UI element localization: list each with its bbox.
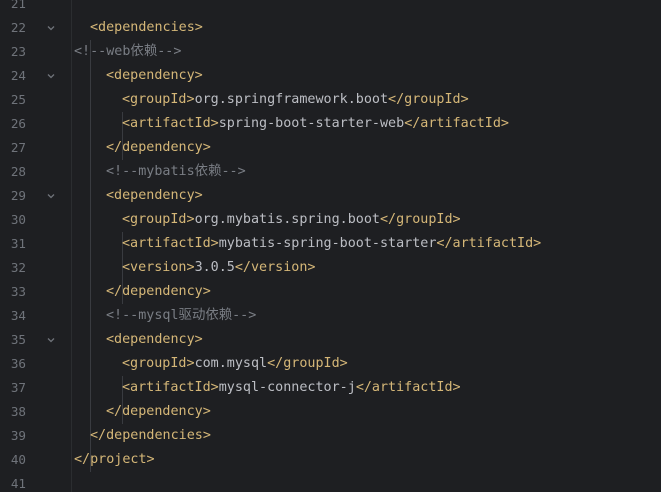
line-number: 22 bbox=[10, 20, 26, 35]
line-number: 36 bbox=[10, 356, 26, 371]
code-line[interactable]: 30 <groupId>org.mybatis.spring.boot</grou… bbox=[0, 208, 661, 232]
fold-chevron-icon[interactable] bbox=[44, 16, 58, 40]
xml-tag: </dependency> bbox=[106, 284, 211, 299]
xml-tag: </dependency> bbox=[106, 140, 211, 155]
code-text[interactable]: <!--mysql驱动依赖--> bbox=[106, 304, 256, 328]
line-number: 35 bbox=[10, 332, 26, 347]
line-number: 27 bbox=[10, 140, 26, 155]
code-line[interactable]: 35 <dependency> bbox=[0, 328, 661, 352]
xml-tag: <groupId> bbox=[122, 92, 195, 107]
xml-tag: <dependency> bbox=[106, 68, 203, 83]
xml-tag: </groupId> bbox=[267, 356, 348, 371]
xml-text: 3.0.5 bbox=[194, 260, 235, 275]
xml-tag: <artifactId> bbox=[122, 236, 219, 251]
code-text[interactable]: <artifactId>mybatis-spring-boot-starter<… bbox=[122, 232, 541, 256]
code-text[interactable]: </dependency> bbox=[106, 280, 211, 304]
xml-text: org.springframework.boot bbox=[194, 92, 389, 107]
code-text[interactable]: <groupId>org.springframework.boot</group… bbox=[122, 88, 469, 112]
code-line[interactable]: 21 bbox=[0, 0, 661, 16]
xml-tag: <dependency> bbox=[106, 188, 203, 203]
fold-chevron-icon[interactable] bbox=[44, 184, 58, 208]
code-line[interactable]: 32 <version>3.0.5</version> bbox=[0, 256, 661, 280]
line-number: 26 bbox=[10, 116, 26, 131]
xml-tag: </groupId> bbox=[380, 212, 461, 227]
line-number: 29 bbox=[10, 188, 26, 203]
code-text[interactable]: <dependencies> bbox=[90, 16, 203, 40]
code-line[interactable]: 25 <groupId>org.springframework.boot</gro… bbox=[0, 88, 661, 112]
xml-tag: <artifactId> bbox=[122, 380, 219, 395]
xml-tag: <dependencies> bbox=[90, 20, 203, 35]
line-number: 28 bbox=[10, 164, 26, 179]
code-text[interactable]: <artifactId>mysql-connector-j</artifactI… bbox=[122, 376, 461, 400]
code-text[interactable]: <dependency> bbox=[106, 64, 203, 88]
xml-text: spring-boot-starter-web bbox=[218, 116, 405, 131]
fold-chevron-icon[interactable] bbox=[44, 328, 58, 352]
code-text[interactable]: <groupId>org.mybatis.spring.boot</groupI… bbox=[122, 208, 461, 232]
xml-tag: </version> bbox=[234, 260, 316, 275]
xml-comment: <!--web依赖--> bbox=[74, 44, 182, 59]
code-line[interactable]: 28 <!--mybatis依赖--> bbox=[0, 160, 661, 184]
xml-tag: </artifactId> bbox=[436, 236, 542, 251]
code-line[interactable]: 37 <artifactId>mysql-connector-j</artifac… bbox=[0, 376, 661, 400]
line-number: 39 bbox=[10, 428, 26, 443]
code-line[interactable]: 27 </dependency> bbox=[0, 136, 661, 160]
xml-tag: <groupId> bbox=[122, 212, 195, 227]
code-text[interactable]: </dependencies> bbox=[90, 424, 211, 448]
code-text[interactable]: <artifactId>spring-boot-starter-web</art… bbox=[122, 112, 509, 136]
line-number: 30 bbox=[10, 212, 26, 227]
line-number: 31 bbox=[10, 236, 26, 251]
line-number: 24 bbox=[10, 68, 26, 83]
line-number: 25 bbox=[10, 92, 26, 107]
code-editor[interactable]: 21 22 <dependencies> 23 <!--web依赖--> 24 <depen… bbox=[0, 0, 661, 492]
line-number: 21 bbox=[10, 0, 26, 11]
code-text[interactable]: <version>3.0.5</version> bbox=[122, 256, 316, 280]
xml-tag: </groupId> bbox=[388, 92, 469, 107]
line-number: 41 bbox=[10, 476, 26, 491]
xml-tag: <dependency> bbox=[106, 332, 203, 347]
code-text[interactable]: </project> bbox=[74, 448, 155, 472]
xml-tag: </dependency> bbox=[106, 404, 211, 419]
xml-tag: <version> bbox=[122, 260, 195, 275]
code-text[interactable]: </dependency> bbox=[106, 400, 211, 424]
code-line[interactable]: 26 <artifactId>spring-boot-starter-web</a… bbox=[0, 112, 661, 136]
line-number: 37 bbox=[10, 380, 26, 395]
code-text[interactable]: </dependency> bbox=[106, 136, 211, 160]
xml-tag: </dependencies> bbox=[90, 428, 211, 443]
code-line[interactable]: 29 <dependency> bbox=[0, 184, 661, 208]
code-line[interactable]: 34 <!--mysql驱动依赖--> bbox=[0, 304, 661, 328]
code-line[interactable]: 41 bbox=[0, 472, 661, 492]
xml-comment: <!--mysql驱动依赖--> bbox=[106, 308, 257, 323]
code-line[interactable]: 31 <artifactId>mybatis-spring-boot-starte… bbox=[0, 232, 661, 256]
code-line[interactable]: 22 <dependencies> bbox=[0, 16, 661, 40]
fold-chevron-icon[interactable] bbox=[44, 64, 58, 88]
xml-comment: <!--mybatis依赖--> bbox=[106, 164, 246, 179]
line-number: 33 bbox=[10, 284, 26, 299]
code-line[interactable]: 38 </dependency> bbox=[0, 400, 661, 424]
xml-tag: </artifactId> bbox=[404, 116, 509, 131]
line-number: 32 bbox=[10, 260, 26, 275]
code-line[interactable]: 40 </project> bbox=[0, 448, 661, 472]
code-text[interactable]: <!--mybatis依赖--> bbox=[106, 160, 246, 184]
xml-text: mysql-connector-j bbox=[218, 380, 356, 395]
code-line[interactable]: 23 <!--web依赖--> bbox=[0, 40, 661, 64]
xml-text: org.mybatis.spring.boot bbox=[194, 212, 380, 227]
xml-tag: </artifactId> bbox=[355, 380, 461, 395]
line-number: 23 bbox=[10, 44, 26, 59]
xml-text: mybatis-spring-boot-starter bbox=[218, 236, 437, 251]
code-text[interactable]: <groupId>com.mysql</groupId> bbox=[122, 352, 348, 376]
xml-text: com.mysql bbox=[194, 356, 268, 371]
code-line[interactable]: 24 <dependency> bbox=[0, 64, 661, 88]
xml-tag: </project> bbox=[74, 452, 155, 467]
code-text[interactable]: <!--web依赖--> bbox=[74, 40, 181, 64]
code-line[interactable]: 39 </dependencies> bbox=[0, 424, 661, 448]
code-line[interactable]: 36 <groupId>com.mysql</groupId> bbox=[0, 352, 661, 376]
code-line[interactable]: 33 </dependency> bbox=[0, 280, 661, 304]
xml-tag: <groupId> bbox=[122, 356, 195, 371]
xml-tag: <artifactId> bbox=[122, 116, 219, 131]
code-text[interactable]: <dependency> bbox=[106, 328, 203, 352]
line-number: 38 bbox=[10, 404, 26, 419]
line-number: 40 bbox=[10, 452, 26, 467]
code-text[interactable]: <dependency> bbox=[106, 184, 203, 208]
line-number: 34 bbox=[10, 308, 26, 323]
